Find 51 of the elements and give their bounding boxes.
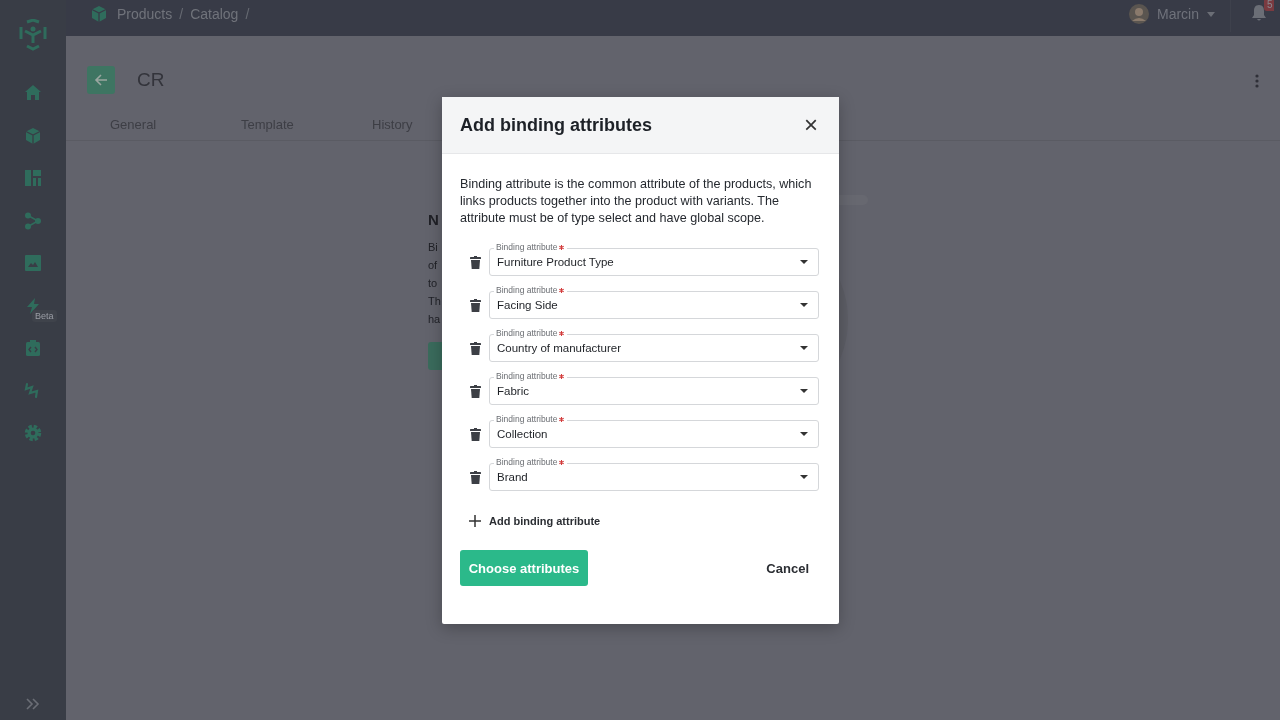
text-fragment: of: [428, 258, 438, 273]
trash-icon[interactable]: [470, 427, 481, 441]
text-fragment: ha: [428, 312, 441, 327]
field-label: Binding attribute: [494, 457, 568, 468]
caret-icon: [1207, 11, 1215, 17]
trash-icon[interactable]: [470, 341, 481, 355]
nodes-icon[interactable]: [24, 211, 42, 230]
dialog-description: Binding attribute is the common attribute of the products, which links products together into the product with variants. The attribute must be of type select and have global scope.: [460, 176, 813, 227]
close-button[interactable]: ×: [803, 115, 819, 135]
dropdown-icon: [800, 432, 808, 436]
text-fragment: Bi: [428, 240, 438, 255]
text-fragment: to: [428, 276, 438, 291]
avatar-icon: [1129, 4, 1149, 24]
settings-icon[interactable]: [24, 424, 42, 442]
cube-icon: [90, 5, 108, 23]
dropdown-icon: [800, 303, 808, 307]
arrow-left-icon: [94, 72, 108, 87]
trash-icon[interactable]: [470, 384, 481, 398]
breadcrumb-separator: /: [179, 6, 184, 22]
field-label: Binding attribute: [494, 328, 568, 339]
dropdown-icon: [800, 475, 808, 479]
more-icon[interactable]: [1255, 73, 1259, 88]
plus-icon: [469, 515, 481, 527]
dropdown-icon: [800, 346, 808, 350]
cancel-button[interactable]: Cancel: [756, 550, 819, 586]
trash-icon[interactable]: [470, 255, 481, 269]
home-icon[interactable]: [24, 84, 42, 102]
field-label: Binding attribute: [494, 414, 568, 425]
image-icon[interactable]: [24, 254, 42, 272]
dropdown-icon: [800, 260, 808, 264]
text-fragment: Th: [428, 294, 441, 309]
beta-badge: Beta: [32, 309, 57, 322]
back-button[interactable]: [87, 65, 115, 94]
code-icon[interactable]: [24, 339, 42, 357]
expand-icon[interactable]: [26, 698, 40, 710]
add-attribute-button[interactable]: Add binding attribute: [460, 506, 601, 536]
empty-heading: N: [428, 211, 439, 228]
dashboard-icon[interactable]: [24, 169, 42, 187]
field-label: Binding attribute: [494, 285, 568, 296]
trash-icon[interactable]: [470, 298, 481, 312]
cube-icon[interactable]: [24, 126, 42, 145]
field-label: Binding attribute: [494, 371, 568, 382]
trash-icon[interactable]: [470, 470, 481, 484]
dialog-title: Add binding attributes: [460, 114, 652, 136]
lightning-icon[interactable]: [24, 296, 42, 315]
dropdown-icon: [800, 389, 808, 393]
breadcrumb-separator: /: [245, 6, 250, 22]
notification-count: 5: [1264, 0, 1274, 11]
field-label: Binding attribute: [494, 242, 568, 253]
notification-icon[interactable]: [1251, 4, 1267, 22]
logo-icon: [18, 19, 48, 51]
